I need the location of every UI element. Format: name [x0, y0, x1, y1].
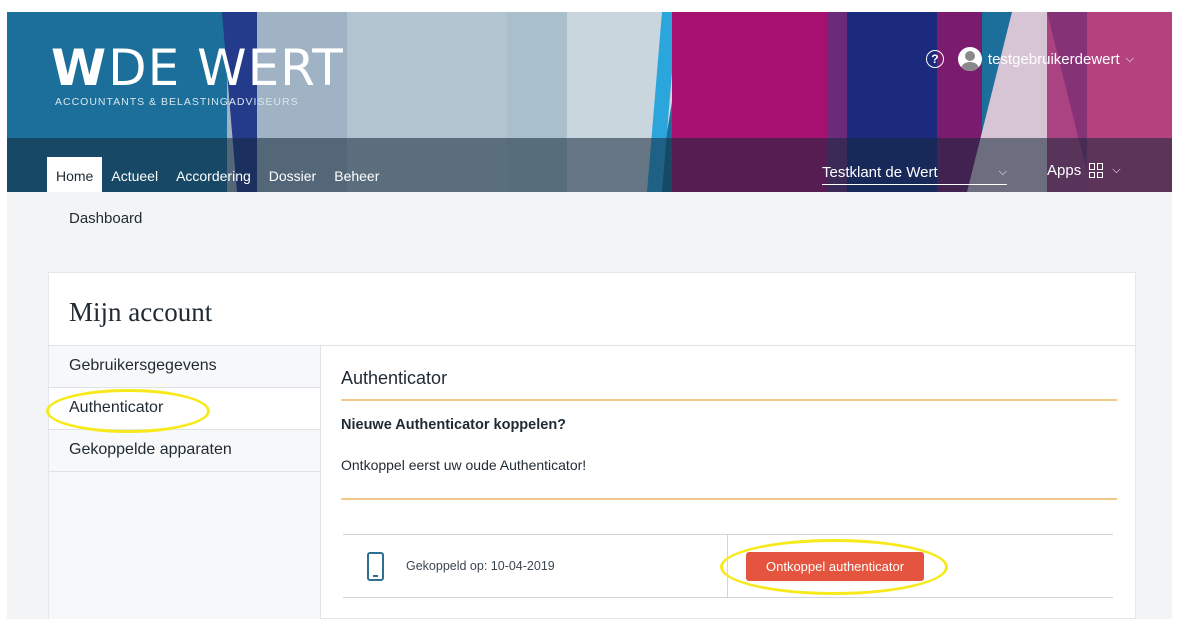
- smartphone-icon: [367, 551, 384, 581]
- divider: [341, 399, 1117, 401]
- sidebar-item-gekoppelde-apparaten[interactable]: Gekoppelde apparaten: [49, 430, 320, 472]
- client-select-value: Testklant de Wert: [822, 164, 938, 181]
- authenticator-panel: Authenticator Nieuwe Authenticator koppe…: [341, 346, 1117, 619]
- device-row: Gekoppeld op: 10-04-2019 Ontkoppel authe…: [343, 534, 1113, 598]
- unlink-authenticator-button[interactable]: Ontkoppel authenticator: [746, 551, 925, 581]
- device-info-cell: Gekoppeld op: 10-04-2019: [343, 535, 728, 597]
- section-title: Authenticator: [341, 368, 448, 388]
- chevron-down-icon: ⌵: [1112, 164, 1121, 176]
- main-navbar: Home Actueel Accordering Dossier Beheer …: [7, 138, 1172, 192]
- grid-icon: [1089, 163, 1104, 178]
- avatar-icon: [957, 47, 982, 71]
- chevron-down-icon: ⌵: [998, 166, 1007, 178]
- sidebar-item-gebruikersgegevens[interactable]: Gebruikersgegevens: [49, 346, 320, 388]
- breadcrumb[interactable]: Dashboard: [69, 210, 142, 227]
- nav-tab-accordering[interactable]: Accordering: [167, 157, 260, 192]
- nav-tab-home[interactable]: Home: [47, 157, 103, 192]
- apps-menu[interactable]: Apps ⌵: [1047, 162, 1121, 179]
- page-body: Dashboard Mijn account Gebruikersgegeven…: [7, 192, 1172, 619]
- company-logo[interactable]: W DE WERT ACCOUNTANTS & BELASTINGADVISEUR…: [51, 39, 344, 108]
- user-area: ? testgebruikerdewert ⌵: [925, 46, 1134, 72]
- new-authenticator-heading: Nieuwe Authenticator koppelen?: [341, 417, 567, 433]
- nav-tab-beheer[interactable]: Beheer: [325, 157, 388, 192]
- username-label: testgebruikerdewert: [987, 50, 1120, 68]
- client-select[interactable]: Testklant de Wert ⌵: [822, 163, 1007, 185]
- logo-name: DE WERT: [108, 39, 344, 97]
- help-icon[interactable]: ?: [925, 50, 944, 68]
- nav-tabs: Home Actueel Accordering Dossier Beheer: [47, 157, 388, 192]
- device-action-cell: Ontkoppel authenticator: [728, 535, 1113, 597]
- account-sidebar: Gebruikersgegevens Authenticator Gekoppe…: [49, 346, 321, 619]
- sidebar-item-authenticator[interactable]: Authenticator: [49, 388, 320, 430]
- app-header: W DE WERT ACCOUNTANTS & BELASTINGADVISEUR…: [7, 12, 1172, 192]
- divider: [341, 498, 1117, 500]
- logo-w-icon: W: [51, 39, 106, 97]
- linked-date: Gekoppeld op: 10-04-2019: [406, 559, 555, 573]
- nav-tab-actueel[interactable]: Actueel: [102, 157, 167, 192]
- account-card: Mijn account Gebruikersgegevens Authenti…: [48, 272, 1136, 619]
- logo-subtitle: ACCOUNTANTS & BELASTINGADVISEURS: [55, 96, 299, 108]
- chevron-down-icon: ⌵: [1125, 52, 1134, 65]
- nav-tab-dossier[interactable]: Dossier: [260, 157, 325, 192]
- page-title: Mijn account: [69, 297, 213, 327]
- apps-label: Apps: [1047, 162, 1082, 179]
- user-menu[interactable]: testgebruikerdewert ⌵: [957, 47, 1134, 71]
- unlink-notice: Ontkoppel eerst uw oude Authenticator!: [341, 457, 587, 473]
